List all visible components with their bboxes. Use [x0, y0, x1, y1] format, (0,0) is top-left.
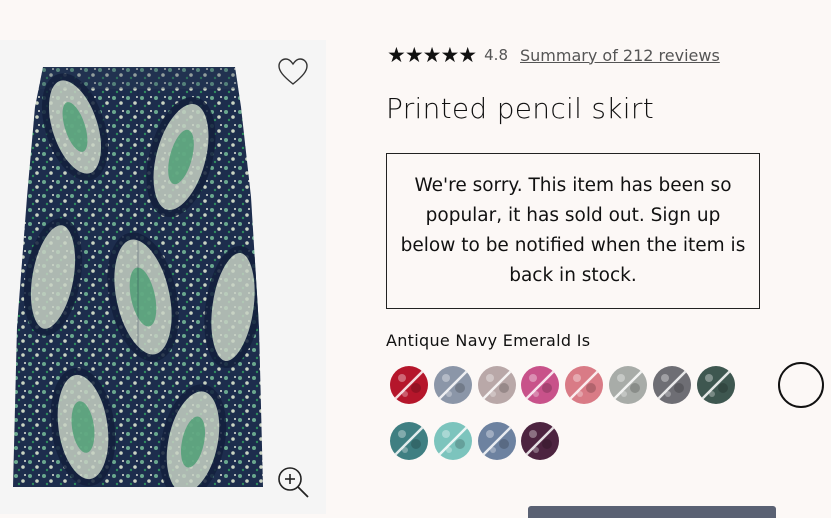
product-title: Printed pencil skirt	[386, 92, 654, 125]
rating-row: ★★★★★ 4.8 Summary of 212 reviews	[387, 43, 720, 67]
color-swatch-pink-green-floral[interactable]	[521, 366, 560, 404]
color-swatch-black-white-print[interactable]	[652, 366, 691, 404]
selected-swatch-ring	[778, 362, 824, 408]
color-swatch-blue-multi[interactable]	[477, 422, 516, 460]
sold-out-message: We're sorry. This item has been so popul…	[386, 153, 760, 309]
color-swatch-antique-navy-emerald[interactable]	[696, 366, 735, 404]
color-swatch-red-plaid[interactable]	[390, 366, 428, 404]
color-swatch-grey-paisley[interactable]	[609, 366, 647, 404]
color-swatch-mint[interactable]	[433, 422, 472, 460]
notify-me-button[interactable]	[528, 506, 776, 518]
color-swatch-purple-dots[interactable]	[521, 422, 560, 460]
reviews-summary-link[interactable]: Summary of 212 reviews	[520, 46, 720, 65]
selected-color-name: Antique Navy Emerald Is	[386, 331, 591, 350]
sold-out-text: We're sorry. This item has been so popul…	[400, 175, 746, 286]
color-swatch-multi-floral[interactable]	[477, 366, 516, 404]
zoom-in-icon[interactable]	[276, 465, 310, 499]
rating-value: 4.8	[484, 46, 508, 64]
color-swatch-grey-blue[interactable]	[433, 366, 472, 404]
color-swatch-teal-floral[interactable]	[390, 422, 428, 460]
wishlist-heart-icon[interactable]	[277, 57, 309, 87]
product-image-panel	[0, 40, 326, 514]
star-rating-icon: ★★★★★	[387, 43, 477, 67]
product-image	[13, 67, 263, 487]
color-swatch-pink-dots[interactable]	[565, 366, 604, 404]
